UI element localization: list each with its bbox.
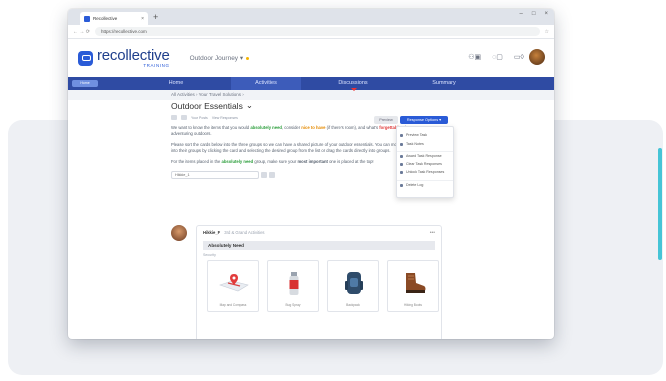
- people-icon[interactable]: ⚇▣: [468, 53, 481, 61]
- item-label: Bug Spray: [285, 303, 301, 307]
- spray-icon: [289, 272, 299, 295]
- app-header: recollective TRAINING Outdoor Journey ▾ …: [68, 39, 554, 77]
- user-avatar[interactable]: [529, 49, 545, 65]
- nav-summary[interactable]: Summary: [409, 77, 479, 90]
- maximize-button[interactable]: □: [532, 11, 536, 17]
- card-header: Hikkie_F 3rd & Grand Activities •••: [197, 226, 441, 239]
- browser-window: Recollective × + – □ × ← → ⟳ https://rec…: [68, 9, 554, 339]
- journey-selector[interactable]: Outdoor Journey ▾: [190, 54, 250, 62]
- logo[interactable]: recollective TRAINING: [97, 48, 170, 69]
- menu-item-clear[interactable]: Clear Task Responses: [397, 160, 453, 169]
- page-title-text: Outdoor Essentials: [171, 100, 243, 111]
- menu-item-delete-log[interactable]: Delete Log: [397, 179, 453, 189]
- header-icons: ⚇▣ ◌▢ ▭◊: [468, 53, 524, 61]
- next-button[interactable]: [181, 115, 187, 120]
- response-card: Hikkie_F 3rd & Grand Activities ••• Abso…: [196, 225, 442, 339]
- map-icon: [219, 274, 249, 292]
- preview-button[interactable]: Preview: [374, 116, 398, 124]
- chevron-down-icon[interactable]: ⌄: [246, 100, 253, 111]
- logo-name: recollective: [97, 46, 170, 64]
- menu-item-award[interactable]: Award Task Response: [397, 151, 453, 160]
- item-card-boots[interactable]: Hiking Boots: [387, 260, 439, 312]
- bookmark-star-icon[interactable]: ☆: [545, 29, 549, 35]
- boot-icon: [406, 273, 426, 293]
- response-options-button[interactable]: Response Options ▾: [400, 116, 448, 124]
- page-title: Outdoor Essentials ⌄: [171, 100, 451, 111]
- item-card-spray[interactable]: Bug Spray: [267, 260, 319, 312]
- item-label: Backpack: [346, 303, 360, 307]
- favicon-icon: [84, 15, 90, 22]
- tab-strip: Recollective × + – □ ×: [68, 9, 554, 25]
- nav-home[interactable]: Home: [141, 77, 211, 90]
- participant-avatar: [171, 225, 187, 241]
- close-window-button[interactable]: ×: [544, 11, 548, 17]
- prev-button[interactable]: [171, 115, 177, 120]
- browser-nav-icons[interactable]: ← → ⟳: [73, 29, 90, 35]
- new-tab-button[interactable]: +: [153, 11, 158, 23]
- accent-bar: [658, 148, 662, 260]
- meta-responses[interactable]: View Responses: [212, 116, 238, 120]
- journey-label: Outdoor Journey ▾: [189, 55, 244, 62]
- item-card-backpack[interactable]: Backpack: [327, 260, 379, 312]
- item-label: Hiking Boots: [404, 303, 422, 307]
- meta-posts[interactable]: Your Posts: [191, 116, 208, 120]
- address-bar: ← → ⟳ https://recollective.com ☆: [68, 25, 554, 39]
- notification-marker-icon: [351, 88, 357, 91]
- filter-icon[interactable]: [261, 172, 267, 178]
- post-meta: 3rd & Grand Activities: [224, 230, 265, 235]
- chat-icon[interactable]: ◌▢: [492, 53, 503, 61]
- window-controls: – □ ×: [520, 11, 548, 17]
- response-options-menu: Preview Task Task Notes Award Task Respo…: [396, 126, 454, 198]
- browser-tab[interactable]: Recollective ×: [80, 12, 148, 25]
- more-options-icon[interactable]: •••: [430, 230, 435, 236]
- instructions-para-3: For the items placed in the absolutely n…: [171, 159, 374, 164]
- backpack-icon: [345, 272, 363, 294]
- tab-title: Recollective: [93, 16, 118, 21]
- minimize-button[interactable]: –: [520, 11, 523, 17]
- category-header: Absolutely Need: [203, 241, 435, 250]
- menu-item-unlock[interactable]: Unlock Task Responses: [397, 168, 453, 177]
- item-card-map[interactable]: Map and Compass: [207, 260, 259, 312]
- author-name[interactable]: Hikkie_F: [203, 230, 220, 235]
- main-nav: Home Home Activities Discussions Summary: [68, 77, 554, 91]
- home-button[interactable]: Home: [72, 80, 98, 87]
- nav-activities[interactable]: Activities: [231, 77, 301, 90]
- participant-select[interactable]: Hikkie_1: [171, 171, 259, 179]
- item-label: Map and Compass: [219, 303, 247, 307]
- menu-item-preview[interactable]: Preview Task: [397, 131, 453, 140]
- recollective-logo-icon: [78, 50, 93, 66]
- notifications-icon[interactable]: ▭◊: [514, 53, 524, 61]
- status-dot-icon: [246, 56, 250, 60]
- instructions-para-1: We want to know the items that you would…: [171, 125, 412, 136]
- instructions-para-2: Please sort the cards below into the thr…: [171, 142, 420, 153]
- logo-subtitle: TRAINING: [143, 62, 170, 68]
- category-subtitle: Security: [203, 253, 216, 257]
- sort-icon[interactable]: [269, 172, 275, 178]
- url-field[interactable]: https://recollective.com: [94, 27, 540, 36]
- tab-close-icon[interactable]: ×: [141, 16, 144, 22]
- menu-item-notes[interactable]: Task Notes: [397, 140, 453, 149]
- card-items: Map and Compass Bug Spray Backpack Hikin…: [197, 260, 441, 312]
- breadcrumb[interactable]: All Activities › Your Travel Solutions ›: [68, 90, 554, 100]
